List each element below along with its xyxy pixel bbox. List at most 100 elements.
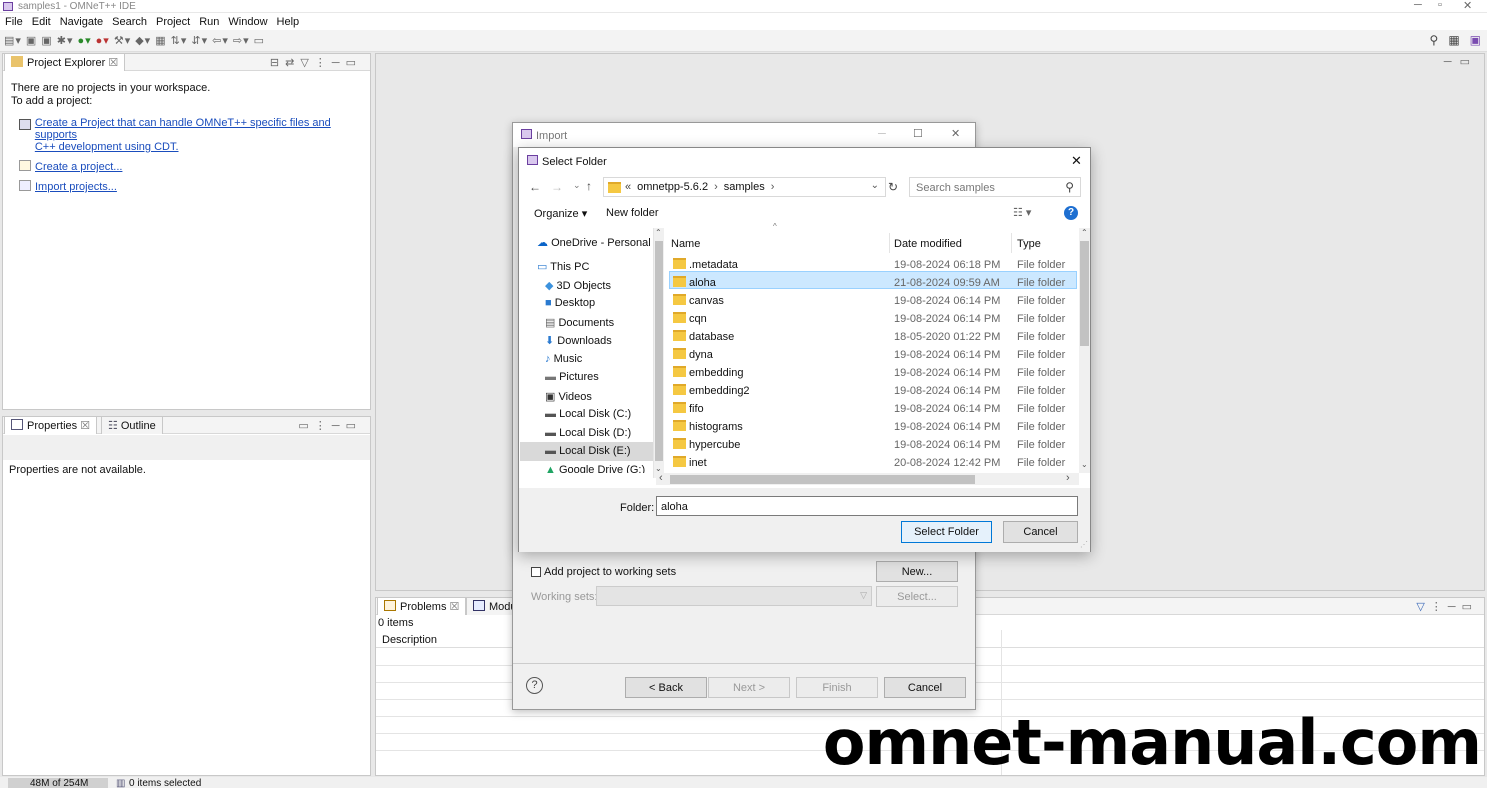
refresh-icon[interactable]: ↻ xyxy=(888,180,898,194)
restore-icon[interactable]: ▫ xyxy=(1438,0,1442,11)
nav-item-disk-c[interactable]: ▬ Local Disk (C:) xyxy=(545,408,631,420)
file-list-hscrollbar[interactable]: ‹ › xyxy=(656,472,1079,485)
nav-item-music[interactable]: ♪ Music xyxy=(545,353,582,365)
pin-view-icon[interactable]: ▭ xyxy=(298,420,314,432)
new-folder-button[interactable]: New folder xyxy=(606,207,659,219)
finish-button[interactable]: Finish xyxy=(796,677,878,698)
pin-icon[interactable]: ▭ xyxy=(254,34,265,47)
select-folder-button[interactable]: Select Folder xyxy=(901,521,992,543)
create-omnet-project-link[interactable]: Create a Project that can handle OMNeT++… xyxy=(35,117,370,141)
address-bar[interactable]: « omnetpp-5.6.2 › samples › ⌄ xyxy=(603,177,886,197)
maximize-view-icon[interactable]: ▭ xyxy=(346,57,362,69)
nav-item-documents[interactable]: ▤ Documents xyxy=(545,316,614,329)
chevron-down-icon[interactable]: ⌄ xyxy=(871,180,879,191)
forward-icon[interactable]: ⇨▾ xyxy=(233,34,250,47)
import-projects-link[interactable]: Import projects... xyxy=(35,181,117,193)
file-row[interactable]: embedding 19-08-2024 06:14 PM File folde… xyxy=(667,364,1077,381)
maximize-editor-icon[interactable]: ▭ xyxy=(1460,56,1478,68)
save-icon[interactable]: ▣ xyxy=(26,34,37,47)
maximize-icon[interactable]: ☐ xyxy=(913,127,923,140)
column-type[interactable]: Type xyxy=(1017,238,1041,250)
minimize-view-icon[interactable]: ─ xyxy=(332,57,346,69)
nav-item-onedrive[interactable]: ☁ OneDrive - Personal xyxy=(537,236,651,249)
nav-item-disk-e[interactable]: ▬ Local Disk (E:) xyxy=(545,445,631,457)
link-editor-icon[interactable]: ⇄ xyxy=(285,57,300,69)
nav-item-disk-d[interactable]: ▬ Local Disk (D:) xyxy=(545,427,631,439)
hscroll-thumb[interactable] xyxy=(670,475,975,484)
minimize-icon[interactable]: ─ xyxy=(878,128,886,140)
close-tab-icon[interactable]: ☒ xyxy=(450,601,460,613)
file-row[interactable]: database 18-05-2020 01:22 PM File folder xyxy=(667,328,1077,345)
collapse-all-icon[interactable]: ⊟ xyxy=(270,57,285,69)
scroll-up-icon[interactable]: ⌃ xyxy=(655,228,662,237)
maximize-view-icon[interactable]: ▭ xyxy=(346,420,362,432)
breadcrumb-omnetpp[interactable]: omnetpp-5.6.2 xyxy=(637,181,708,193)
tab-properties[interactable]: Properties ☒ xyxy=(4,417,98,434)
open-type-icon[interactable]: ◆▾ xyxy=(135,34,151,47)
folder-name-input[interactable]: aloha xyxy=(656,496,1078,516)
cancel-button[interactable]: Cancel xyxy=(1003,521,1078,543)
add-working-sets-row[interactable]: Add project to working sets xyxy=(531,566,676,578)
scroll-left-icon[interactable]: ‹ xyxy=(659,472,663,484)
menu-file[interactable]: File xyxy=(5,16,23,28)
nav-item-videos[interactable]: ▣ Videos xyxy=(545,390,592,403)
menu-window[interactable]: Window xyxy=(228,16,267,28)
column-description[interactable]: Description xyxy=(382,634,437,646)
nav-item-downloads[interactable]: ⬇ Downloads xyxy=(545,334,612,347)
scroll-right-icon[interactable]: › xyxy=(1066,472,1070,484)
perspective-icon[interactable]: ▣ xyxy=(1470,33,1481,47)
minimize-view-icon[interactable]: ─ xyxy=(1448,601,1462,613)
file-list-scrollbar[interactable]: ⌃ ⌄ xyxy=(1079,228,1090,473)
close-icon[interactable]: ✕ xyxy=(1463,0,1472,12)
scroll-down-icon[interactable]: ⌄ xyxy=(1081,460,1088,469)
menu-project[interactable]: Project xyxy=(156,16,190,28)
help-icon[interactable]: ? xyxy=(1064,206,1078,220)
file-scroll-thumb[interactable] xyxy=(1080,241,1089,346)
file-row[interactable]: histograms 19-08-2024 06:14 PM File fold… xyxy=(667,418,1077,435)
nav-item-desktop[interactable]: ■ Desktop xyxy=(545,297,595,309)
file-row[interactable]: dyna 19-08-2024 06:14 PM File folder xyxy=(667,346,1077,363)
up-arrow-icon[interactable]: ↑ xyxy=(586,179,592,193)
close-tab-icon[interactable]: ☒ xyxy=(108,57,118,69)
view-menu-icon[interactable]: ⋮ xyxy=(315,420,332,432)
view-options-icon[interactable]: ☷ ▾ xyxy=(1013,206,1031,219)
filter-icon[interactable]: ▽ xyxy=(1416,601,1430,613)
next-button[interactable]: Next > xyxy=(708,677,790,698)
menu-run[interactable]: Run xyxy=(199,16,219,28)
organize-menu[interactable]: Organize ▾ xyxy=(534,207,587,220)
open-perspective-icon[interactable]: ▦ xyxy=(1448,33,1459,47)
next-annotation-icon[interactable]: ⇵▾ xyxy=(191,34,208,47)
annotation-icon[interactable]: ⇅▾ xyxy=(171,34,188,47)
nav-item-google-drive[interactable]: ▲ Google Drive (G:) xyxy=(545,464,645,473)
add-working-sets-checkbox[interactable] xyxy=(531,567,541,577)
search-icon[interactable]: ⚲ xyxy=(1065,180,1074,194)
maximize-view-icon[interactable]: ▭ xyxy=(1462,601,1478,613)
file-row[interactable]: cqn 19-08-2024 06:14 PM File folder xyxy=(667,310,1077,327)
menu-help[interactable]: Help xyxy=(277,16,300,28)
search-icon[interactable]: ⚲ xyxy=(1430,33,1439,47)
search-box[interactable]: Search samples ⚲ xyxy=(909,177,1081,197)
back-arrow-icon[interactable]: ← xyxy=(529,180,541,194)
task-icon[interactable]: ▦ xyxy=(155,34,166,47)
create-omnet-project-link-cont[interactable]: C++ development using CDT. xyxy=(35,141,370,153)
import-projects-row[interactable]: Import projects... xyxy=(19,180,370,193)
close-icon[interactable]: ✕ xyxy=(1071,153,1082,169)
menu-navigate[interactable]: Navigate xyxy=(60,16,103,28)
build-icon[interactable]: ⚒▾ xyxy=(114,34,131,47)
help-icon[interactable]: ? xyxy=(526,677,543,694)
back-icon[interactable]: ⇦▾ xyxy=(212,34,229,47)
recent-locations-icon[interactable]: ⌄ xyxy=(573,180,581,191)
menu-search[interactable]: Search xyxy=(112,16,147,28)
import-cancel-button[interactable]: Cancel xyxy=(884,677,966,698)
tab-outline[interactable]: ☷ Outline xyxy=(101,417,163,434)
create-project-row[interactable]: Create a project... xyxy=(19,160,370,173)
working-sets-combo[interactable]: ▽ xyxy=(596,586,872,606)
resize-grip-icon[interactable]: ⋰ xyxy=(1080,540,1088,549)
nav-scrollbar[interactable]: ⌃ ⌄ xyxy=(654,228,664,478)
file-row[interactable]: inet 20-08-2024 12:42 PM File folder xyxy=(667,454,1077,471)
breadcrumb-samples[interactable]: samples xyxy=(724,181,765,193)
view-menu-icon[interactable]: ⋮ xyxy=(315,57,332,69)
scroll-up-icon[interactable]: ⌃ xyxy=(1081,228,1088,237)
minimize-view-icon[interactable]: ─ xyxy=(332,420,346,432)
nav-item-3d-objects[interactable]: ◆ 3D Objects xyxy=(545,279,611,292)
